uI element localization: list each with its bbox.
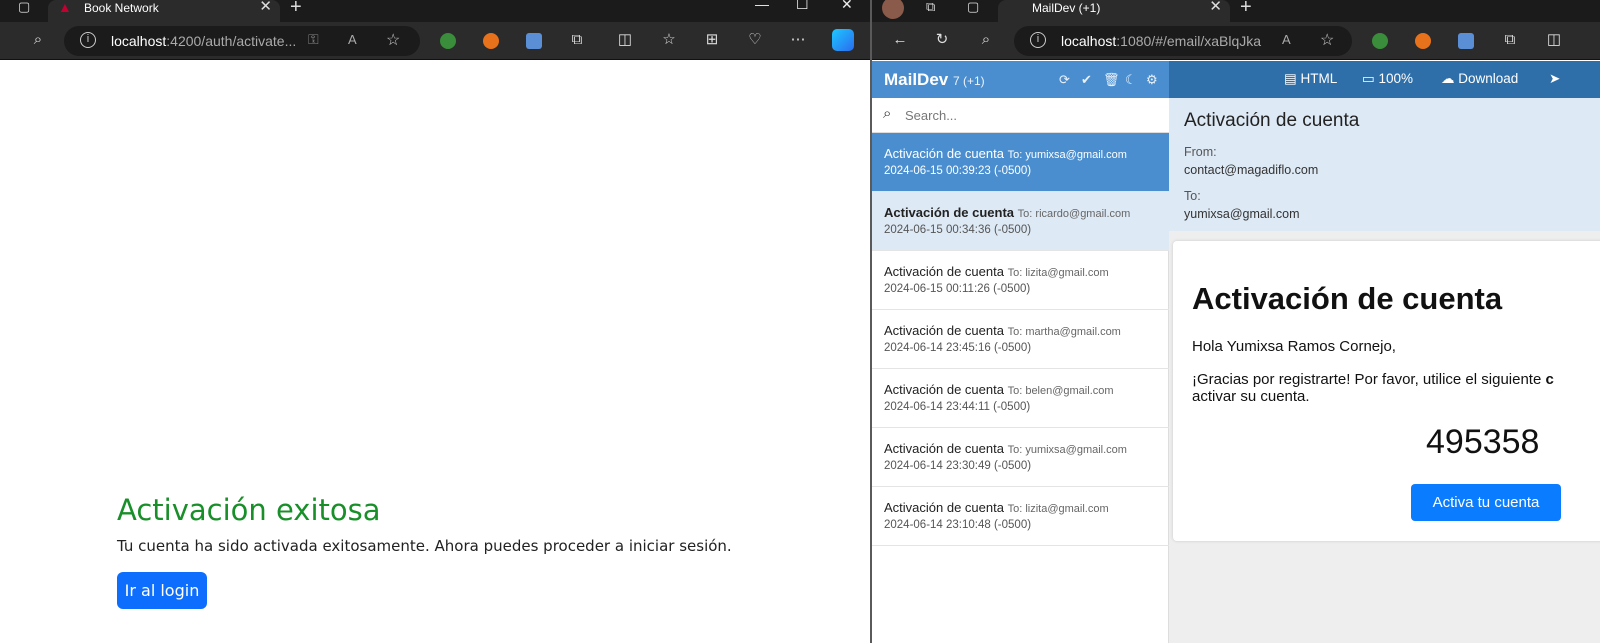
tab-title: MailDev (+1) (1032, 1, 1101, 15)
search-icon: ⌕ (883, 105, 892, 122)
tab-title: Book Network (84, 1, 159, 15)
dark-mode-icon[interactable]: ☾ (1125, 72, 1137, 88)
profile-avatar[interactable] (882, 0, 904, 19)
search-icon[interactable]: ⌕ (976, 31, 996, 49)
maildev-brand: MailDev 7 (+1) (884, 70, 985, 89)
extension-blue-icon[interactable] (526, 33, 542, 49)
collections-icon[interactable]: ⊞ (702, 31, 722, 49)
to-label: To: (1184, 189, 1201, 203)
address-bar[interactable]: i localhost:4200/auth/activate... ⚿ A ☆ (64, 26, 420, 56)
tab-book-network[interactable]: ▲ Book Network ✕ (48, 0, 280, 22)
settings-icon[interactable]: ⚙ (1146, 72, 1158, 88)
email-search[interactable]: ⌕ Search... (872, 98, 1169, 133)
toolbar: ⌕ i localhost:4200/auth/activate... ⚿ A … (0, 22, 870, 60)
email-list-item[interactable]: Activación de cuenta To: yumixsa@gmail.c… (872, 428, 1169, 487)
email-content-card: Activación de cuenta Hola Yumixsa Ramos … (1173, 241, 1600, 541)
mark-read-icon[interactable]: ✔ (1081, 72, 1092, 88)
extension-orange-icon[interactable] (1415, 33, 1431, 49)
extension-blue-icon[interactable] (1458, 33, 1474, 49)
read-aloud-icon[interactable]: A (348, 32, 357, 47)
minimize-icon[interactable]: — (755, 0, 769, 12)
tab-strip: ⧉ ▢ MailDev (+1) ✕ + (872, 0, 1600, 22)
activation-code: 495358 (1426, 423, 1540, 461)
download-button[interactable]: ☁ Download (1441, 71, 1518, 87)
split-screen-icon[interactable]: ◫ (615, 31, 635, 49)
close-window-icon[interactable]: ✕ (841, 0, 853, 12)
email-list-item[interactable]: Activación de cuenta To: lizita@gmail.co… (872, 251, 1169, 310)
maildev-header: MailDev 7 (+1) ⟳ ✔ 🗑 ☾ ⚙ (872, 61, 1169, 98)
email-text: ¡Gracias por registrarte! Por favor, uti… (1192, 371, 1554, 405)
from-address: contact@magadiflo.com (1184, 163, 1319, 177)
tab-actions-icon[interactable]: ⧉ (926, 0, 935, 14)
extension-orange-icon[interactable] (483, 33, 499, 49)
info-icon[interactable]: i (1030, 32, 1046, 48)
back-icon[interactable]: ← (890, 31, 910, 49)
tab-strip: ▢ ▲ Book Network ✕ + — ☐ ✕ (0, 0, 870, 22)
email-heading: Activación de cuenta (1192, 281, 1503, 316)
url-text[interactable]: localhost:4200/auth/activate... (111, 33, 296, 49)
favorite-star-icon[interactable]: ☆ (386, 30, 400, 50)
email-list: Activación de cuenta To: yumixsa@gmail.c… (872, 133, 1169, 643)
file-code-icon: ▤ (1284, 71, 1297, 86)
maximize-icon[interactable]: ☐ (796, 0, 809, 12)
send-icon[interactable]: ➤ (1549, 71, 1560, 87)
email-list-item[interactable]: Activación de cuenta To: belen@gmail.com… (872, 369, 1169, 428)
close-tab-icon[interactable]: ✕ (1209, 0, 1222, 14)
to-address: yumixsa@gmail.com (1184, 207, 1300, 221)
read-aloud-icon[interactable]: A (1282, 32, 1291, 47)
email-list-item[interactable]: Activación de cuenta To: lizita@gmail.co… (872, 487, 1169, 546)
login-button[interactable]: Ir al login (117, 572, 207, 609)
email-subject: Activación de cuenta (1184, 110, 1360, 131)
workspaces-icon[interactable]: ▢ (967, 0, 979, 14)
browser-window-left: ▢ ▲ Book Network ✕ + — ☐ ✕ ⌕ i localhost… (0, 0, 870, 643)
url-text[interactable]: localhost:1080/#/email/xaBlqJka (1061, 33, 1261, 49)
performance-icon[interactable]: ♡ (745, 31, 765, 49)
from-label: From: (1184, 145, 1217, 159)
email-list-item[interactable]: Activación de cuenta To: martha@gmail.co… (872, 310, 1169, 369)
monitor-icon: ▭ (1362, 71, 1375, 86)
new-tab-icon[interactable]: + (1240, 0, 1252, 17)
address-bar[interactable]: i localhost:1080/#/email/xaBlqJka A ☆ (1014, 26, 1352, 56)
email-list-item[interactable]: Activación de cuenta To: yumixsa@gmail.c… (872, 133, 1169, 192)
new-tab-icon[interactable]: + (290, 0, 302, 17)
extension-green-icon[interactable] (1372, 33, 1388, 49)
extensions-icon[interactable]: ⧉ (567, 31, 587, 49)
workspaces-icon[interactable]: ▢ (18, 0, 30, 14)
favorites-icon[interactable]: ☆ (659, 31, 679, 49)
toolbar: ← ↻ ⌕ i localhost:1080/#/email/xaBlqJka … (872, 22, 1600, 60)
email-view-toolbar: ▤ HTML ▭ 100% ☁ Download ➤ (1169, 61, 1600, 98)
key-icon[interactable]: ⚿ (308, 31, 319, 48)
tab-maildev[interactable]: MailDev (+1) ✕ (998, 0, 1230, 22)
zoom-button[interactable]: ▭ 100% (1362, 71, 1413, 87)
search-input[interactable]: Search... (905, 108, 957, 123)
refresh-icon[interactable]: ⟳ (1059, 72, 1070, 88)
html-view-button[interactable]: ▤ HTML (1284, 71, 1337, 87)
browser-window-right: ⧉ ▢ MailDev (+1) ✕ + ← ↻ ⌕ i localhost:1… (872, 0, 1600, 643)
split-screen-icon[interactable]: ◫ (1544, 31, 1564, 49)
activation-page: Activación exitosa Tu cuenta ha sido act… (0, 61, 870, 643)
email-header-details: Activación de cuenta From: contact@magad… (1169, 98, 1600, 231)
activation-message: Tu cuenta ha sido activada exitosamente.… (117, 537, 732, 555)
email-list-item[interactable]: Activación de cuenta To: ricardo@gmail.c… (872, 192, 1169, 251)
info-icon[interactable]: i (80, 32, 96, 48)
extensions-icon[interactable]: ⧉ (1500, 31, 1520, 49)
extension-green-icon[interactable] (440, 33, 456, 49)
copilot-icon[interactable] (832, 29, 854, 51)
angular-icon: ▲ (58, 0, 72, 15)
email-greeting: Hola Yumixsa Ramos Cornejo, (1192, 338, 1396, 355)
email-body-pane: Activación de cuenta Hola Yumixsa Ramos … (1169, 231, 1600, 643)
favorite-star-icon[interactable]: ☆ (1320, 30, 1334, 50)
activate-account-button[interactable]: Activa tu cuenta (1411, 484, 1561, 521)
cloud-download-icon: ☁ (1441, 71, 1455, 86)
refresh-icon[interactable]: ↻ (932, 31, 952, 49)
more-icon[interactable]: ⋯ (788, 31, 808, 49)
search-icon[interactable]: ⌕ (28, 31, 48, 49)
close-tab-icon[interactable]: ✕ (259, 0, 272, 14)
page-title: Activación exitosa (117, 493, 381, 527)
trash-icon[interactable]: 🗑 (1103, 72, 1120, 88)
email-count: 7 (+1) (952, 74, 985, 88)
